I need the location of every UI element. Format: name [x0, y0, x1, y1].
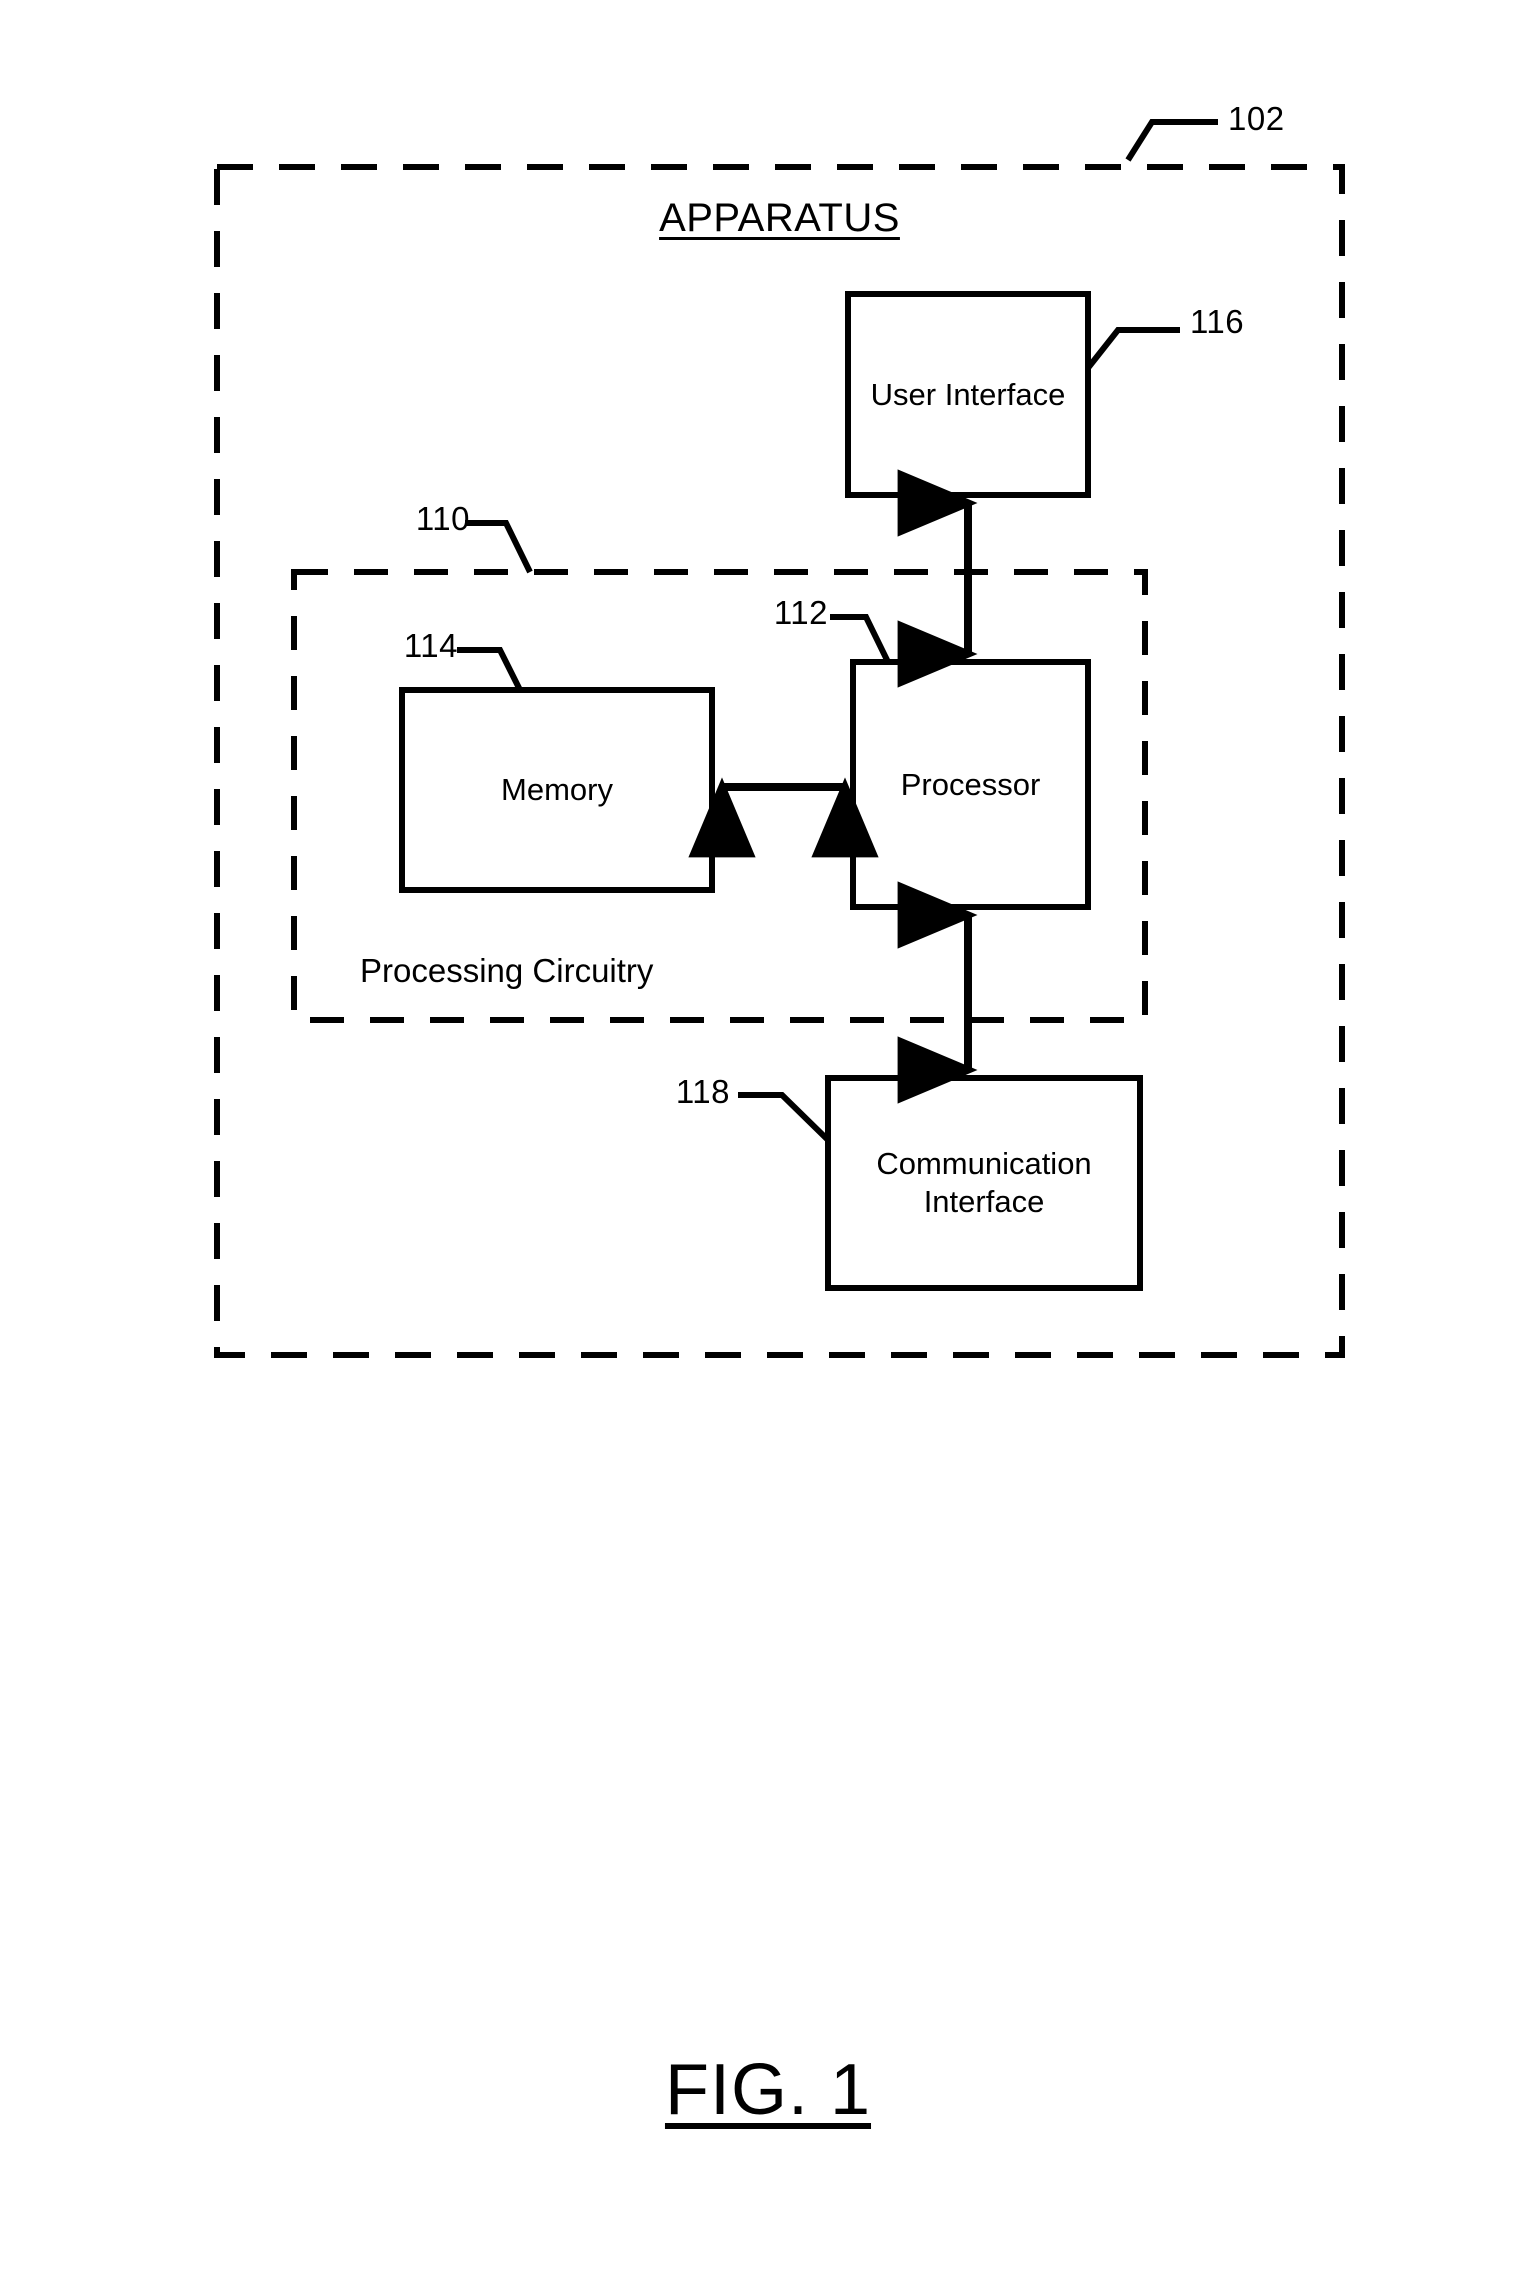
leader-line-112 [830, 614, 891, 664]
reference-numeral-118: 118 [675, 1073, 730, 1110]
apparatus-title: APPARATUS [659, 196, 900, 240]
reference-numeral-116: 116 [1190, 303, 1245, 340]
reference-numeral-112: 112 [773, 594, 828, 631]
figure-root: APPARATUS 102 User Interface 116 110 114… [0, 0, 1536, 2271]
processing-circuitry-label: Processing Circuitry [360, 952, 654, 989]
figure-caption: FIG. 1 [664, 2050, 872, 2130]
reference-numeral-102: 102 [1228, 100, 1285, 137]
processor-label: Processor [900, 766, 1041, 802]
communication-interface-label: Communication Interface [876, 1146, 1092, 1219]
leader-line-114 [457, 647, 523, 692]
reference-numeral-110: 110 [415, 500, 470, 537]
user-interface-label: User Interface [870, 376, 1066, 412]
apparatus-dashed-boundary [214, 164, 1345, 1358]
leader-line-118 [738, 1092, 831, 1143]
memory-label: Memory [501, 772, 613, 808]
reference-numeral-114: 114 [403, 627, 458, 664]
leader-line-116 [1085, 327, 1180, 370]
leader-line-110 [465, 520, 533, 574]
leader-line-102 [1125, 119, 1218, 162]
